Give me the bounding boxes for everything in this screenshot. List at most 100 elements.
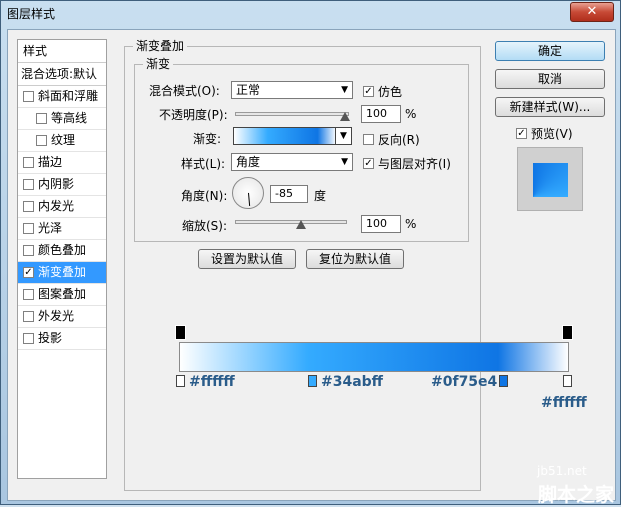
dialog-title: 图层样式 [7,7,56,21]
style-item-bevel-emboss[interactable]: 斜面和浮雕 [18,86,106,108]
gradient-overlay-title: 渐变叠加 [133,39,188,53]
dither-option[interactable]: 仿色 [363,83,402,100]
style-select[interactable]: 角度 ▼ [231,153,353,171]
style-item-label: 图案叠加 [38,287,87,301]
new-style-button[interactable]: 新建样式(W)... [495,97,605,117]
reverse-label: 反向(R) [378,133,420,147]
opacity-unit: % [405,107,417,121]
style-item-satin[interactable]: 光泽 [18,218,106,240]
opacity-slider-track[interactable] [235,112,349,116]
reset-default-button[interactable]: 复位为默认值 [306,249,404,269]
color-stop-1[interactable] [176,375,185,387]
stroke-checkbox[interactable] [23,157,34,168]
scale-label: 缩放(S): [182,219,228,233]
scale-slider-track[interactable] [235,220,347,224]
blend-mode-value: 正常 [236,83,261,97]
style-item-outer-glow[interactable]: 外发光 [18,306,106,328]
inner-glow-checkbox[interactable] [23,201,34,212]
bevel-emboss-checkbox[interactable] [23,91,34,102]
set-default-button[interactable]: 设置为默认值 [198,249,296,269]
angle-label: 角度(N): [181,189,228,203]
align-with-layer-checkbox[interactable] [363,158,374,169]
texture-checkbox[interactable] [36,135,47,146]
angle-indicator [248,192,251,206]
align-with-layer-label: 与图层对齐(I) [378,157,451,171]
scale-unit: % [405,217,417,231]
reverse-checkbox[interactable] [363,134,374,145]
style-label: 样式(L): [181,157,226,171]
satin-checkbox[interactable] [23,223,34,234]
dither-checkbox[interactable] [363,86,374,97]
chevron-down-icon: ▼ [341,157,348,167]
scale-input[interactable]: 100 [361,215,401,233]
dither-label: 仿色 [378,85,403,99]
watermark-site: jb51.net [537,464,587,478]
styles-header[interactable]: 样式 [18,40,106,63]
color-stop-3[interactable] [499,375,508,387]
opacity-stop-left[interactable] [175,325,186,340]
chevron-down-icon: ▼ [340,131,347,141]
preview-option[interactable]: 预览(V) [516,125,573,142]
stop-4-color-label: #ffffff [541,395,587,411]
gradient-label: 渐变: [193,132,222,146]
stop-3-color-label: #0f75e4 [431,374,498,390]
angle-dial[interactable] [232,177,264,209]
ok-button[interactable]: 确定 [495,41,605,61]
preview-label: 预览(V) [531,127,573,141]
gradient-overlay-checkbox[interactable] [23,267,34,278]
style-preview [517,147,583,211]
preview-checkbox[interactable] [516,128,527,139]
color-stop-2[interactable] [308,375,317,387]
style-item-label: 斜面和浮雕 [38,89,99,103]
opacity-input[interactable]: 100 [361,105,401,123]
style-item-texture[interactable]: 纹理 [18,130,106,152]
title-bar: 图层样式 ✕ [1,1,620,25]
opacity-slider-thumb[interactable] [340,112,350,121]
gradient-subgroup-title: 渐变 [143,57,174,71]
styles-list: 样式 混合选项:默认 斜面和浮雕 等高线 纹理 描边 内阴影 内发光 光泽 颜色… [17,39,107,479]
stop-1-color-label: #ffffff [189,374,235,390]
color-overlay-checkbox[interactable] [23,245,34,256]
preview-thumbnail [533,163,568,197]
style-item-label: 渐变叠加 [38,265,87,279]
style-item-label: 颜色叠加 [38,243,87,257]
style-item-label: 纹理 [51,133,76,147]
style-item-contour[interactable]: 等高线 [18,108,106,130]
style-value: 角度 [236,155,261,169]
angle-input[interactable]: -85 [270,185,308,203]
style-item-inner-glow[interactable]: 内发光 [18,196,106,218]
angle-unit: 度 [314,189,327,203]
style-item-label: 外发光 [38,309,75,323]
style-item-label: 内阴影 [38,177,75,191]
style-item-inner-shadow[interactable]: 内阴影 [18,174,106,196]
close-button[interactable]: ✕ [570,2,614,22]
align-with-layer-option[interactable]: 与图层对齐(I) [363,155,451,172]
cancel-button[interactable]: 取消 [495,69,605,89]
blend-mode-select[interactable]: 正常 ▼ [231,81,353,99]
style-item-label: 投影 [38,331,63,345]
style-item-label: 内发光 [38,199,75,213]
blend-mode-label: 混合模式(O): [149,84,220,98]
scale-slider-thumb[interactable] [296,220,306,229]
style-item-gradient-overlay[interactable]: 渐变叠加 [18,262,106,284]
style-item-color-overlay[interactable]: 颜色叠加 [18,240,106,262]
outer-glow-checkbox[interactable] [23,311,34,322]
contour-checkbox[interactable] [36,113,47,124]
gradient-bar[interactable] [179,342,569,372]
inner-shadow-checkbox[interactable] [23,179,34,190]
style-item-stroke[interactable]: 描边 [18,152,106,174]
pattern-overlay-checkbox[interactable] [23,289,34,300]
style-item-label: 等高线 [51,111,88,125]
reverse-option[interactable]: 反向(R) [363,131,420,148]
style-item-drop-shadow[interactable]: 投影 [18,328,106,350]
color-stop-4[interactable] [563,375,572,387]
blend-options-item[interactable]: 混合选项:默认 [18,63,106,86]
style-item-label: 描边 [38,155,63,169]
gradient-dropdown[interactable]: ▼ [335,127,352,145]
drop-shadow-checkbox[interactable] [23,333,34,344]
gradient-swatch[interactable] [233,127,337,145]
style-item-label: 光泽 [38,221,63,235]
watermark-logo: 脚本之家 [538,484,615,506]
opacity-stop-right[interactable] [562,325,573,340]
style-item-pattern-overlay[interactable]: 图案叠加 [18,284,106,306]
